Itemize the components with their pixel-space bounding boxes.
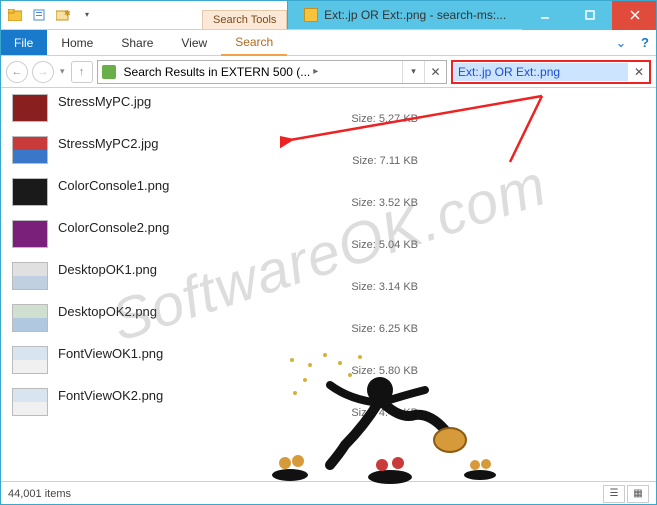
list-item[interactable]: DesktopOK1.png Size: 3.14 KB <box>4 258 657 300</box>
clear-search-icon[interactable]: ✕ <box>629 65 649 79</box>
tab-view[interactable]: View <box>167 30 221 55</box>
list-item[interactable]: StressMyPC2.jpg Size: 7.11 KB <box>4 132 657 174</box>
properties-icon[interactable] <box>28 4 50 26</box>
chevron-right-icon[interactable]: ▸ <box>313 66 318 77</box>
list-item[interactable]: ColorConsole2.png Size: 5.04 KB <box>4 216 657 258</box>
file-name: DesktopOK2.png <box>58 304 649 319</box>
file-name: FontViewOK1.png <box>58 346 649 361</box>
qat-dropdown-icon[interactable]: ▾ <box>76 4 98 26</box>
results-list[interactable]: StressMyPC.jpg Size: 5.27 KB StressMyPC2… <box>0 88 657 480</box>
file-name: DesktopOK1.png <box>58 262 649 277</box>
file-thumbnail <box>12 94 48 122</box>
icons-view-button[interactable]: ▦ <box>627 485 649 503</box>
up-button[interactable]: ↑ <box>71 61 93 83</box>
file-thumbnail <box>12 304 48 332</box>
file-size: Size: 6.25 KB <box>58 323 418 335</box>
file-thumbnail <box>12 136 48 164</box>
tab-search[interactable]: Search <box>221 30 287 56</box>
search-location-icon <box>102 65 116 79</box>
file-thumbnail <box>12 220 48 248</box>
file-size: Size: 5.04 KB <box>58 239 418 251</box>
file-size: Size: 5.27 KB <box>58 113 418 125</box>
breadcrumb-segment[interactable]: Search Results in EXTERN 500 (... ▸ <box>120 65 323 79</box>
search-box[interactable]: ✕ <box>451 60 651 84</box>
tab-home[interactable]: Home <box>47 30 107 55</box>
file-name: ColorConsole1.png <box>58 178 649 193</box>
svg-text:✱: ✱ <box>64 9 70 18</box>
list-item[interactable]: DesktopOK2.png Size: 6.25 KB <box>4 300 657 342</box>
file-size: Size: 7.11 KB <box>58 155 418 167</box>
forward-button[interactable]: → <box>32 61 54 83</box>
file-name: StressMyPC.jpg <box>58 94 649 109</box>
file-thumbnail <box>12 178 48 206</box>
file-name: FontViewOK2.png <box>58 388 649 403</box>
close-button[interactable] <box>612 0 657 30</box>
file-size: Size: 3.52 KB <box>58 197 418 209</box>
maximize-button[interactable] <box>567 0 612 30</box>
file-name: ColorConsole2.png <box>58 220 649 235</box>
list-item[interactable]: FontViewOK2.png Size: 4.46 KB <box>4 384 657 426</box>
help-icon[interactable]: ? <box>633 30 657 55</box>
list-item[interactable]: ColorConsole1.png Size: 3.52 KB <box>4 174 657 216</box>
file-size: Size: 5.80 KB <box>58 365 418 377</box>
list-item[interactable]: StressMyPC.jpg Size: 5.27 KB <box>4 90 657 132</box>
collapse-ribbon-icon[interactable]: ⌄ <box>609 30 633 55</box>
file-size: Size: 4.46 KB <box>58 407 418 419</box>
refresh-icon[interactable]: ✕ <box>424 61 446 83</box>
address-bar[interactable]: Search Results in EXTERN 500 (... ▸ ▾ ✕ <box>97 60 447 84</box>
file-thumbnail <box>12 262 48 290</box>
tab-share[interactable]: Share <box>107 30 167 55</box>
file-tab[interactable]: File <box>0 30 47 55</box>
file-size: Size: 3.14 KB <box>58 281 418 293</box>
window-title: Ext:.jp OR Ext:.png - search-ms:... <box>287 0 522 29</box>
context-tab-search-tools[interactable]: Search Tools <box>202 10 287 29</box>
file-thumbnail <box>12 388 48 416</box>
list-item[interactable]: FontViewOK1.png Size: 5.80 KB <box>4 342 657 384</box>
address-dropdown-icon[interactable]: ▾ <box>402 61 424 83</box>
recent-locations-icon[interactable]: ▾ <box>58 66 67 77</box>
file-thumbnail <box>12 346 48 374</box>
new-folder-icon[interactable]: ✱ <box>52 4 74 26</box>
details-view-button[interactable]: ☰ <box>603 485 625 503</box>
minimize-button[interactable] <box>522 0 567 30</box>
search-input[interactable] <box>454 63 628 81</box>
folder-title-icon <box>304 8 318 22</box>
folder-icon <box>4 4 26 26</box>
file-name: StressMyPC2.jpg <box>58 136 649 151</box>
back-button[interactable]: ← <box>6 61 28 83</box>
status-item-count: 44,001 items <box>8 488 71 500</box>
